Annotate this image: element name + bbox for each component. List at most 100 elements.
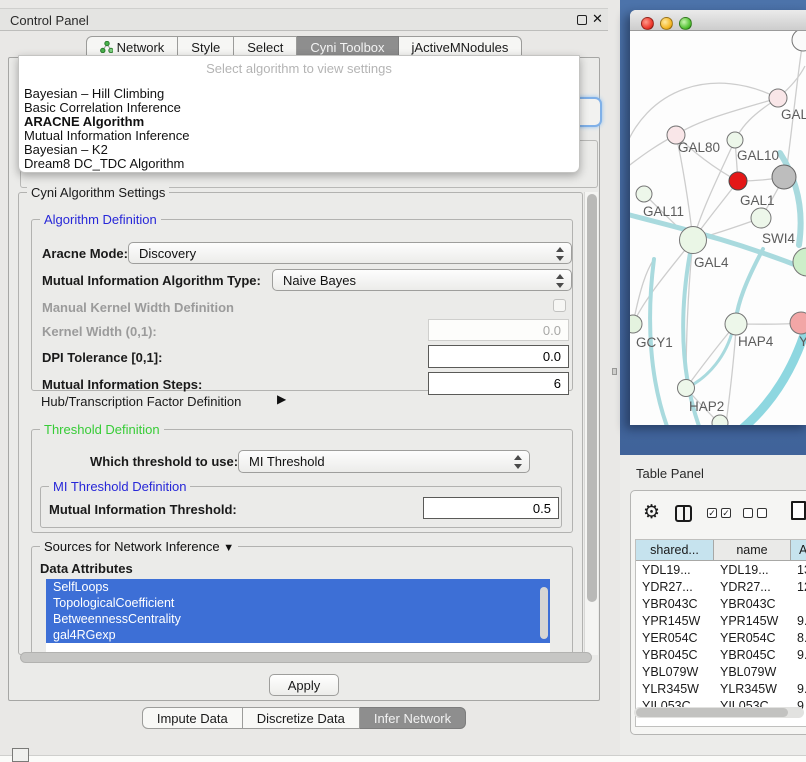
table-cell[interactable]: YPR145W (714, 613, 789, 630)
table-cell[interactable] (791, 596, 806, 613)
table-cell[interactable]: YBR043C (714, 596, 789, 613)
control-panel-title: Control Panel (10, 13, 89, 28)
table-cell[interactable]: 8. (791, 630, 806, 647)
tab-infer-network[interactable]: Infer Network (360, 707, 466, 729)
menu-item[interactable]: Bayesian – K2 (24, 143, 444, 157)
checked-checkbox-icon[interactable]: ✓ (721, 508, 731, 518)
float-panel-icon[interactable] (577, 15, 587, 25)
node-gal4[interactable] (680, 227, 707, 254)
aracne-mode-combobox[interactable]: Discovery (128, 242, 572, 264)
list-item[interactable]: SelfLoops (46, 579, 550, 595)
table-cell[interactable]: 13 (791, 562, 806, 579)
node-label: GAL80 (678, 140, 720, 155)
node[interactable] (793, 248, 806, 276)
minimize-window-icon[interactable] (660, 17, 673, 30)
table-cell[interactable]: YLR345W (714, 681, 789, 698)
menu-item[interactable]: Bayesian – Hill Climbing (24, 87, 444, 101)
network-icon (100, 41, 113, 53)
network-canvas[interactable]: GAL GAL80 GAL10 GAL1 GAL11 SWI4 GAL4 GCY… (630, 31, 806, 425)
node[interactable] (792, 31, 806, 51)
split-columns-icon[interactable] (675, 505, 692, 522)
which-threshold-combobox[interactable]: MI Threshold (238, 450, 530, 473)
mi-threshold-field[interactable]: 0.5 (423, 497, 559, 519)
node-gcy1[interactable] (630, 315, 642, 333)
collapse-down-icon[interactable]: ▼ (223, 542, 234, 554)
unchecked-checkbox-icon[interactable] (743, 508, 753, 518)
table-cell[interactable]: YDR27... (714, 579, 789, 596)
node-gal2[interactable] (769, 89, 787, 107)
algorithm-definition-group: Algorithm Definition Aracne Mode: Discov… (31, 219, 573, 391)
menu-item[interactable]: Basic Correlation Inference (24, 101, 444, 115)
list-scrollbar-thumb[interactable] (540, 587, 548, 639)
splitter-grip[interactable] (612, 368, 617, 375)
table-cell[interactable]: YDR27... (636, 579, 712, 596)
close-icon[interactable]: ✕ (592, 11, 603, 27)
table-cell[interactable] (791, 664, 806, 681)
table-cell[interactable]: 9. (791, 613, 806, 630)
column-header-name[interactable]: name (714, 540, 791, 561)
table-cell[interactable]: YBR045C (714, 647, 789, 664)
settings-vertical-scrollbar[interactable] (584, 192, 598, 655)
node-hap4[interactable] (725, 313, 747, 335)
node-hap2[interactable] (678, 380, 695, 397)
table-hscroll-thumb[interactable] (636, 708, 788, 717)
expand-right-icon[interactable]: ▶ (277, 392, 286, 406)
tab-impute-data[interactable]: Impute Data (142, 707, 243, 729)
list-item[interactable]: gal4RGexp (46, 627, 550, 643)
algorithm-dropdown-popup: Select algorithm to view settings Bayesi… (18, 55, 580, 173)
node-gray[interactable] (772, 165, 796, 189)
panel-corner-icon[interactable] (12, 748, 29, 762)
checked-checkbox-icon[interactable]: ✓ (707, 508, 717, 518)
node[interactable] (712, 415, 728, 425)
node-gal11[interactable] (636, 186, 652, 202)
network-window-titlebar[interactable] (630, 10, 806, 31)
mi-algorithm-type-combobox[interactable]: Naive Bayes (272, 269, 572, 291)
file-icon[interactable] (791, 501, 806, 520)
table-cell[interactable]: YER054C (714, 630, 789, 647)
combo-stepper-icon (555, 247, 564, 261)
column-header-third[interactable]: A (791, 540, 806, 561)
data-attributes-list[interactable]: SelfLoops TopologicalCoefficient Between… (46, 579, 550, 655)
zoom-window-icon[interactable] (679, 17, 692, 30)
combo-stepper-icon (513, 455, 522, 469)
aracne-mode-label: Aracne Mode: (42, 246, 128, 261)
node-label: HAP2 (689, 399, 724, 414)
column-header-shared-name[interactable]: shared... (636, 540, 714, 561)
node-gal1[interactable] (751, 208, 771, 228)
table-cell[interactable]: YBL079W (636, 664, 712, 681)
menu-item[interactable]: Dream8 DC_TDC Algorithm (24, 157, 444, 171)
table-cell[interactable]: 9. (791, 681, 806, 698)
mi-steps-field[interactable]: 6 (428, 372, 569, 395)
panel-splitter[interactable] (608, 0, 620, 762)
menu-item-selected[interactable]: ARACNE Algorithm (24, 115, 444, 129)
node-selected-red[interactable] (729, 172, 747, 190)
table-cell[interactable]: YER054C (636, 630, 712, 647)
settings-horizontal-scrollbar[interactable] (20, 652, 592, 663)
list-item[interactable]: TopologicalCoefficient (46, 595, 550, 611)
table-cell[interactable]: YBL079W (714, 664, 789, 681)
manual-kernel-width-checkbox[interactable] (553, 299, 566, 312)
table-cell[interactable]: 12 (791, 579, 806, 596)
node-gal10[interactable] (727, 132, 743, 148)
settings-vscroll-thumb[interactable] (587, 194, 597, 602)
list-item[interactable]: BetweennessCentrality (46, 611, 550, 627)
table-cell[interactable]: 9. (791, 647, 806, 664)
gear-icon[interactable]: ⚙ (643, 503, 660, 522)
unchecked-checkbox-icon[interactable] (757, 508, 767, 518)
cyni-algorithm-settings-group: Cyni Algorithm Settings Algorithm Defini… (18, 192, 583, 655)
close-window-icon[interactable] (641, 17, 654, 30)
dpi-tolerance-field[interactable]: 0.0 (428, 345, 569, 368)
table-cell[interactable]: YDL19... (636, 562, 712, 579)
node-label: Y (799, 334, 806, 349)
node-label: GCY1 (636, 335, 673, 350)
table-cell[interactable]: YBR043C (636, 596, 712, 613)
table-cell[interactable]: YLR345W (636, 681, 712, 698)
node-salmon[interactable] (790, 312, 806, 334)
menu-item[interactable]: Mutual Information Inference (24, 129, 444, 143)
apply-button[interactable]: Apply (269, 674, 339, 696)
table-cell[interactable]: YPR145W (636, 613, 712, 630)
table-cell[interactable]: YBR045C (636, 647, 712, 664)
tab-discretize-data[interactable]: Discretize Data (243, 707, 360, 729)
table-horizontal-scrollbar[interactable] (634, 707, 804, 718)
table-cell[interactable]: YDL19... (714, 562, 789, 579)
